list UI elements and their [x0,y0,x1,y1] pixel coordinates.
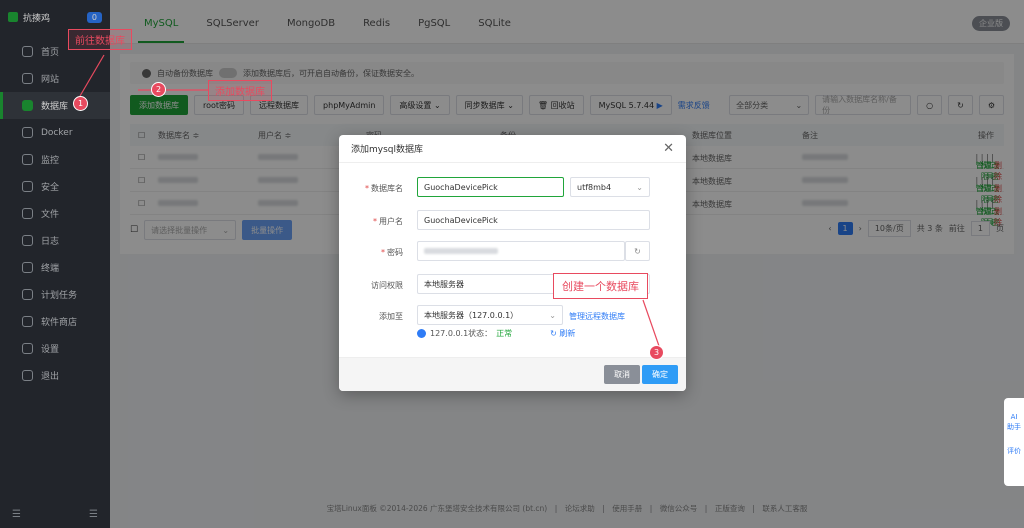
status-value: 正常 [496,329,513,338]
access-label: 访问权限 [371,281,403,290]
step-badge-3: 3 [649,345,664,360]
server-value: 本地服务器（127.0.0.1） [424,310,519,320]
server-select[interactable]: 本地服务器（127.0.0.1） ⌄ [417,305,563,325]
cancel-button[interactable]: 取消 [604,365,640,384]
dialog-title: 添加mysql数据库 [351,145,423,155]
username-input[interactable]: GuochaDevicePick [417,210,650,230]
user-label: * 用户名 [373,217,403,226]
rate-label[interactable]: 评价 [1004,446,1024,456]
db-name-label: * 数据库名 [365,184,403,193]
generate-password-button[interactable]: ↻ [625,241,650,261]
step-badge-2: 2 [151,82,166,97]
password-label: * 密码 [381,248,403,257]
refresh-status-link[interactable]: ↻ 刷新 [550,328,575,339]
manage-remote-link[interactable]: 管理远程数据库 [569,311,625,322]
refresh-icon: ↻ [634,246,641,256]
confirm-button[interactable]: 确定 [642,365,678,384]
server-status: 127.0.0.1状态： 正常 ↻ 刷新 [417,328,575,339]
add-to-label: 添加至 [379,312,403,321]
step-badge-1: 1 [73,96,88,111]
dialog-header: 添加mysql数据库 ✕ [339,135,686,163]
close-icon[interactable]: ✕ [663,141,674,156]
dialog-footer: 取消 确定 [339,357,686,391]
ai-assistant-widget[interactable]: AI 助手 评价 [1004,398,1024,486]
chevron-down-icon: ⌄ [636,182,643,192]
add-database-dialog: 添加mysql数据库 ✕ * 数据库名 GuochaDevicePick utf8… [339,135,686,391]
annotation-go-to-database: 前往数据库 [68,29,132,50]
sidebar-mask [0,0,110,528]
access-value: 本地服务器 [424,279,464,289]
ai-label-2: 助手 [1007,423,1021,431]
chevron-down-icon: ⌄ [549,310,556,320]
annotation-add-database: 添加数据库 [208,80,272,101]
annotation-create-database: 创建一个数据库 [553,273,648,299]
charset-value: utf8mb4 [577,182,612,192]
check-icon [417,329,426,338]
ai-label: AI [1010,413,1018,421]
db-name-input[interactable]: GuochaDevicePick [417,177,564,197]
password-input[interactable] [417,241,625,261]
charset-select[interactable]: utf8mb4 ⌄ [570,177,650,197]
status-prefix: 127.0.0.1状态： [430,329,493,338]
